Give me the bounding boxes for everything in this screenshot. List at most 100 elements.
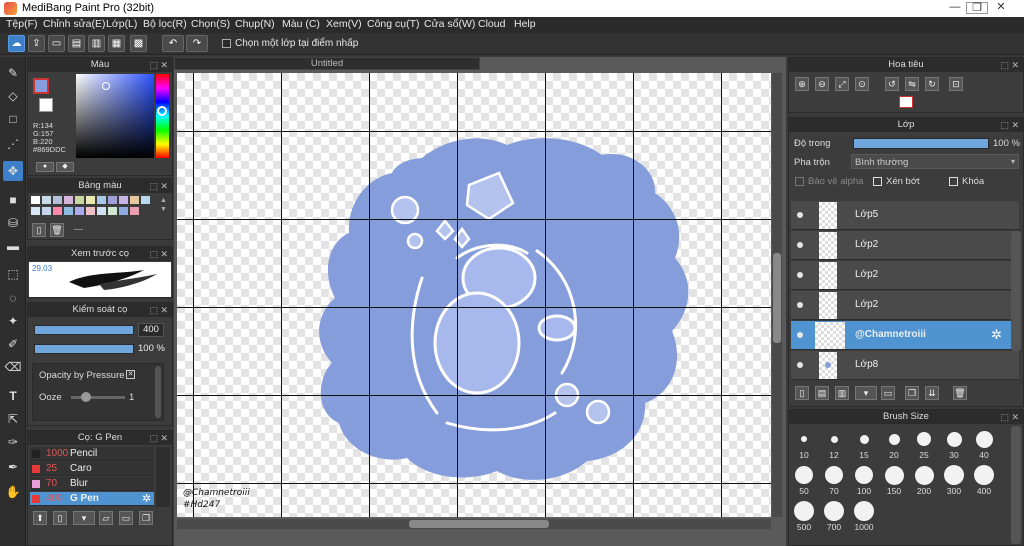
palette-swatch[interactable] [42,196,51,204]
flip-icon[interactable]: ⇋ [905,77,919,91]
color-mode-button[interactable]: ● [36,162,54,172]
color-cursor[interactable] [102,82,110,90]
visibility-eye-icon[interactable] [797,242,803,248]
eraser-tool-icon[interactable]: ◇ [3,86,23,106]
panel-menu-icon[interactable]: ⬚ ✕ [149,58,168,72]
color-add-button[interactable]: ◆ [56,162,74,172]
primary-color-swatch[interactable] [33,78,49,94]
ooze-slider[interactable] [71,392,125,402]
brush-size-option[interactable]: 70 [823,464,845,496]
share-icon[interactable]: ⇪ [28,35,45,52]
palette-swatch[interactable] [119,196,128,204]
menu-help[interactable]: Help [514,18,536,30]
layer-settings-gear-icon[interactable]: ✲ [991,327,1002,343]
palette-swatch[interactable] [86,196,95,204]
layer-row[interactable]: Lớp2 [791,261,1019,290]
palette-swatch[interactable] [53,196,62,204]
brush-size-option[interactable]: 15 [853,428,875,460]
panel-menu-icon[interactable]: ⬚ ✕ [1000,410,1019,424]
brush-opacity-slider[interactable] [34,344,134,354]
hue-slider[interactable] [156,74,169,158]
brush-size-option[interactable]: 500 [793,500,815,532]
minimize-button[interactable]: — [944,0,966,16]
brush-copy-icon[interactable]: ▱ [99,511,113,525]
menu-layer[interactable]: Lớp(L) [106,18,137,30]
brush-tool-icon[interactable]: ✎ [3,63,23,83]
shape-tool-icon[interactable]: □ [3,109,23,129]
menu-color[interactable]: Màu (C) [282,18,320,30]
menu-edit[interactable]: Chỉnh sửa(E) [43,18,105,30]
panel-menu-icon[interactable]: ⬚ ✕ [149,247,168,261]
lock-icon[interactable]: ⊡ [949,77,963,91]
brush-list-scrollbar[interactable] [156,447,170,507]
layer-row[interactable]: Lớp2 [791,231,1019,260]
brush-size-option[interactable]: 150 [883,464,905,496]
brush-size-option[interactable]: 30 [943,428,965,460]
palette-swatch[interactable] [130,207,139,215]
visibility-eye-icon[interactable] [797,212,803,218]
new-palette-icon[interactable]: ▯ [32,223,46,237]
hue-cursor[interactable] [157,106,167,116]
saturation-value-picker[interactable] [76,74,154,158]
menu-view[interactable]: Xem(V) [326,18,362,30]
brush-folder-icon[interactable]: ▭ [119,511,133,525]
document-icon[interactable]: ▤ [68,35,85,52]
menu-select[interactable]: Chọn(S) [191,18,230,30]
undo-icon[interactable]: ↶ [162,35,184,52]
palette-swatch[interactable] [42,207,51,215]
layers-scrollbar[interactable] [1011,231,1021,351]
eyedropper-tool-icon[interactable]: ✑ [3,432,23,452]
brush-size-scrollbar[interactable] [1011,426,1021,544]
panel-menu-icon[interactable]: ⬚ ✕ [1000,58,1019,72]
palette-swatch[interactable] [64,207,73,215]
lock-checkbox[interactable] [949,177,958,186]
bucket-tool-icon[interactable]: ⛁ [3,213,23,233]
operation-tool-icon[interactable]: ⇱ [3,409,23,429]
select-pen-icon[interactable]: ✐ [3,334,23,354]
brush-size-option[interactable]: 20 [883,428,905,460]
panel-menu-icon[interactable]: ⬚ ✕ [1000,118,1019,132]
brush-size-option[interactable]: 300 [943,464,965,496]
brush-size-option[interactable]: 1000 [853,500,875,532]
panel-menu-icon[interactable]: ⬚ ✕ [149,303,168,317]
palette-swatch[interactable] [31,196,40,204]
move-tool-icon[interactable]: ✥ [3,161,23,181]
clip-checkbox[interactable] [873,177,882,186]
brush-size-option[interactable]: 400 [973,464,995,496]
close-button[interactable]: ✕ [990,0,1012,16]
drawing-canvas[interactable]: @Chamnetroiii #Hd247 [177,73,771,517]
brush-size-option[interactable]: 40 [973,428,995,460]
page-icon[interactable]: ▥ [88,35,105,52]
brush-size-option[interactable]: 12 [823,428,845,460]
layer-row-selected[interactable]: @Chamnetroiii ✲ [791,321,1019,350]
zoom-in-icon[interactable]: ⊕ [795,77,809,91]
add-brush-icon[interactable]: ⬆ [33,511,47,525]
menu-file[interactable]: Tệp(F) [6,18,38,30]
brush-item[interactable]: 1000 Pencil [30,447,154,461]
brush-size-option[interactable]: 50 [793,464,815,496]
delete-layer-icon[interactable]: 🗑 [953,386,967,400]
ooze-slider-handle[interactable] [81,392,91,402]
brush-duplicate-icon[interactable]: ❐ [139,511,153,525]
palette-swatch[interactable] [86,207,95,215]
grid-icon[interactable]: ▩ [130,35,147,52]
layer-folder-icon[interactable]: ▭ [881,386,895,400]
visibility-eye-icon[interactable] [797,302,803,308]
zoom-out-icon[interactable]: ⊖ [815,77,829,91]
horizontal-scroll-thumb[interactable] [409,520,549,528]
comment-icon[interactable]: ▭ [48,35,65,52]
panel-menu-icon[interactable]: ⬚ ✕ [149,179,168,193]
palette-swatch[interactable] [64,196,73,204]
select-layer-checkbox[interactable] [222,39,231,51]
rect-select-icon[interactable]: ⬚ [3,264,23,284]
navigator-thumbnail[interactable] [899,96,913,108]
palette-swatch[interactable] [97,196,106,204]
palette-swatch[interactable] [75,196,84,204]
panel-menu-icon[interactable]: ⬚ ✕ [149,431,168,445]
secondary-color-swatch[interactable] [39,98,53,112]
menu-window[interactable]: Cửa sổ(W) [424,18,475,30]
fit-icon[interactable]: ⤢ [835,77,849,91]
dot-tool-icon[interactable]: ⋰ [3,134,23,154]
document-tab[interactable]: Untitled [174,57,480,70]
panel-icon[interactable]: ▦ [108,35,125,52]
